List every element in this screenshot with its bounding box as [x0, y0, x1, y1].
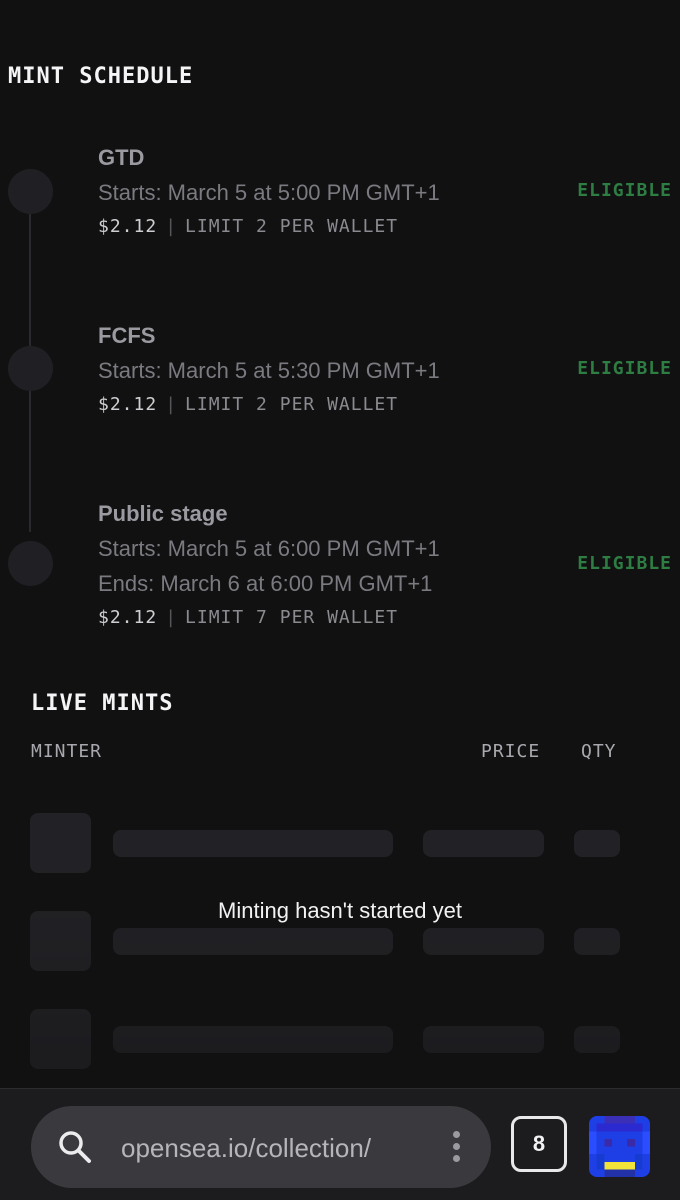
skeleton-avatar — [30, 1009, 91, 1069]
stage-separator: | — [165, 216, 178, 237]
stage-price: $2.12 — [98, 607, 158, 628]
stage-separator: | — [165, 394, 178, 415]
stage-separator: | — [165, 607, 178, 628]
stage-meta: $2.12 | LIMIT 7 PER WALLET — [98, 607, 398, 628]
skeleton-qty — [574, 1026, 620, 1053]
stage-end-time: Ends: March 6 at 6:00 PM GMT+1 — [98, 571, 433, 596]
stage-price: $2.12 — [98, 394, 158, 415]
address-bar[interactable]: opensea.io/collection/ — [31, 1106, 491, 1188]
stage-status: ELIGIBLE — [577, 553, 672, 574]
stage-limit: LIMIT 2 PER WALLET — [185, 216, 399, 237]
pixel-avatar-icon — [589, 1116, 650, 1177]
skeleton-row — [0, 1009, 680, 1069]
skeleton-minter — [113, 1026, 393, 1053]
timeline-dot — [8, 346, 53, 391]
skeleton-price — [423, 1026, 544, 1053]
timeline-dot — [8, 169, 53, 214]
more-vertical-icon[interactable] — [453, 1131, 461, 1165]
stage-name: FCFS — [98, 323, 156, 348]
skeleton-price — [423, 928, 544, 955]
skeleton-qty — [574, 830, 620, 857]
skeleton-minter — [113, 830, 393, 857]
stage-status: ELIGIBLE — [577, 180, 672, 201]
column-header-price: PRICE — [481, 741, 541, 762]
empty-state-message: Minting hasn't started yet — [218, 898, 462, 923]
skeleton-price — [423, 830, 544, 857]
skeleton-minter — [113, 928, 393, 955]
stage-meta: $2.12 | LIMIT 2 PER WALLET — [98, 216, 398, 237]
column-header-qty: QTY — [581, 741, 617, 762]
url-text[interactable]: opensea.io/collection/ — [121, 1133, 421, 1164]
stage-start-time: Starts: March 5 at 5:30 PM GMT+1 — [98, 358, 440, 383]
stage-start-time: Starts: March 5 at 6:00 PM GMT+1 — [98, 536, 440, 561]
skeleton-avatar — [30, 813, 91, 873]
search-icon — [59, 1131, 91, 1163]
stage-meta: $2.12 | LIMIT 2 PER WALLET — [98, 394, 398, 415]
skeleton-row — [0, 813, 680, 873]
stage-status: ELIGIBLE — [577, 358, 672, 379]
stage-name: GTD — [98, 145, 145, 170]
stage-limit: LIMIT 2 PER WALLET — [185, 394, 399, 415]
stage-name: Public stage — [98, 501, 228, 526]
browser-toolbar: opensea.io/collection/ 8 — [0, 1088, 680, 1200]
skeleton-qty — [574, 928, 620, 955]
column-header-minter: MINTER — [31, 741, 103, 762]
tab-count: 8 — [532, 1131, 546, 1156]
page: MINT SCHEDULE GTD Starts: March 5 at 5:0… — [0, 0, 680, 1200]
stage-start-time: Starts: March 5 at 5:00 PM GMT+1 — [98, 180, 440, 205]
mint-schedule-title: MINT SCHEDULE — [8, 64, 194, 89]
stage-price: $2.12 — [98, 216, 158, 237]
live-mints-title: LIVE MINTS — [31, 691, 174, 716]
timeline-dot — [8, 541, 53, 586]
profile-avatar[interactable] — [589, 1116, 650, 1177]
tabs-button[interactable]: 8 — [511, 1116, 567, 1172]
stage-limit: LIMIT 7 PER WALLET — [185, 607, 399, 628]
